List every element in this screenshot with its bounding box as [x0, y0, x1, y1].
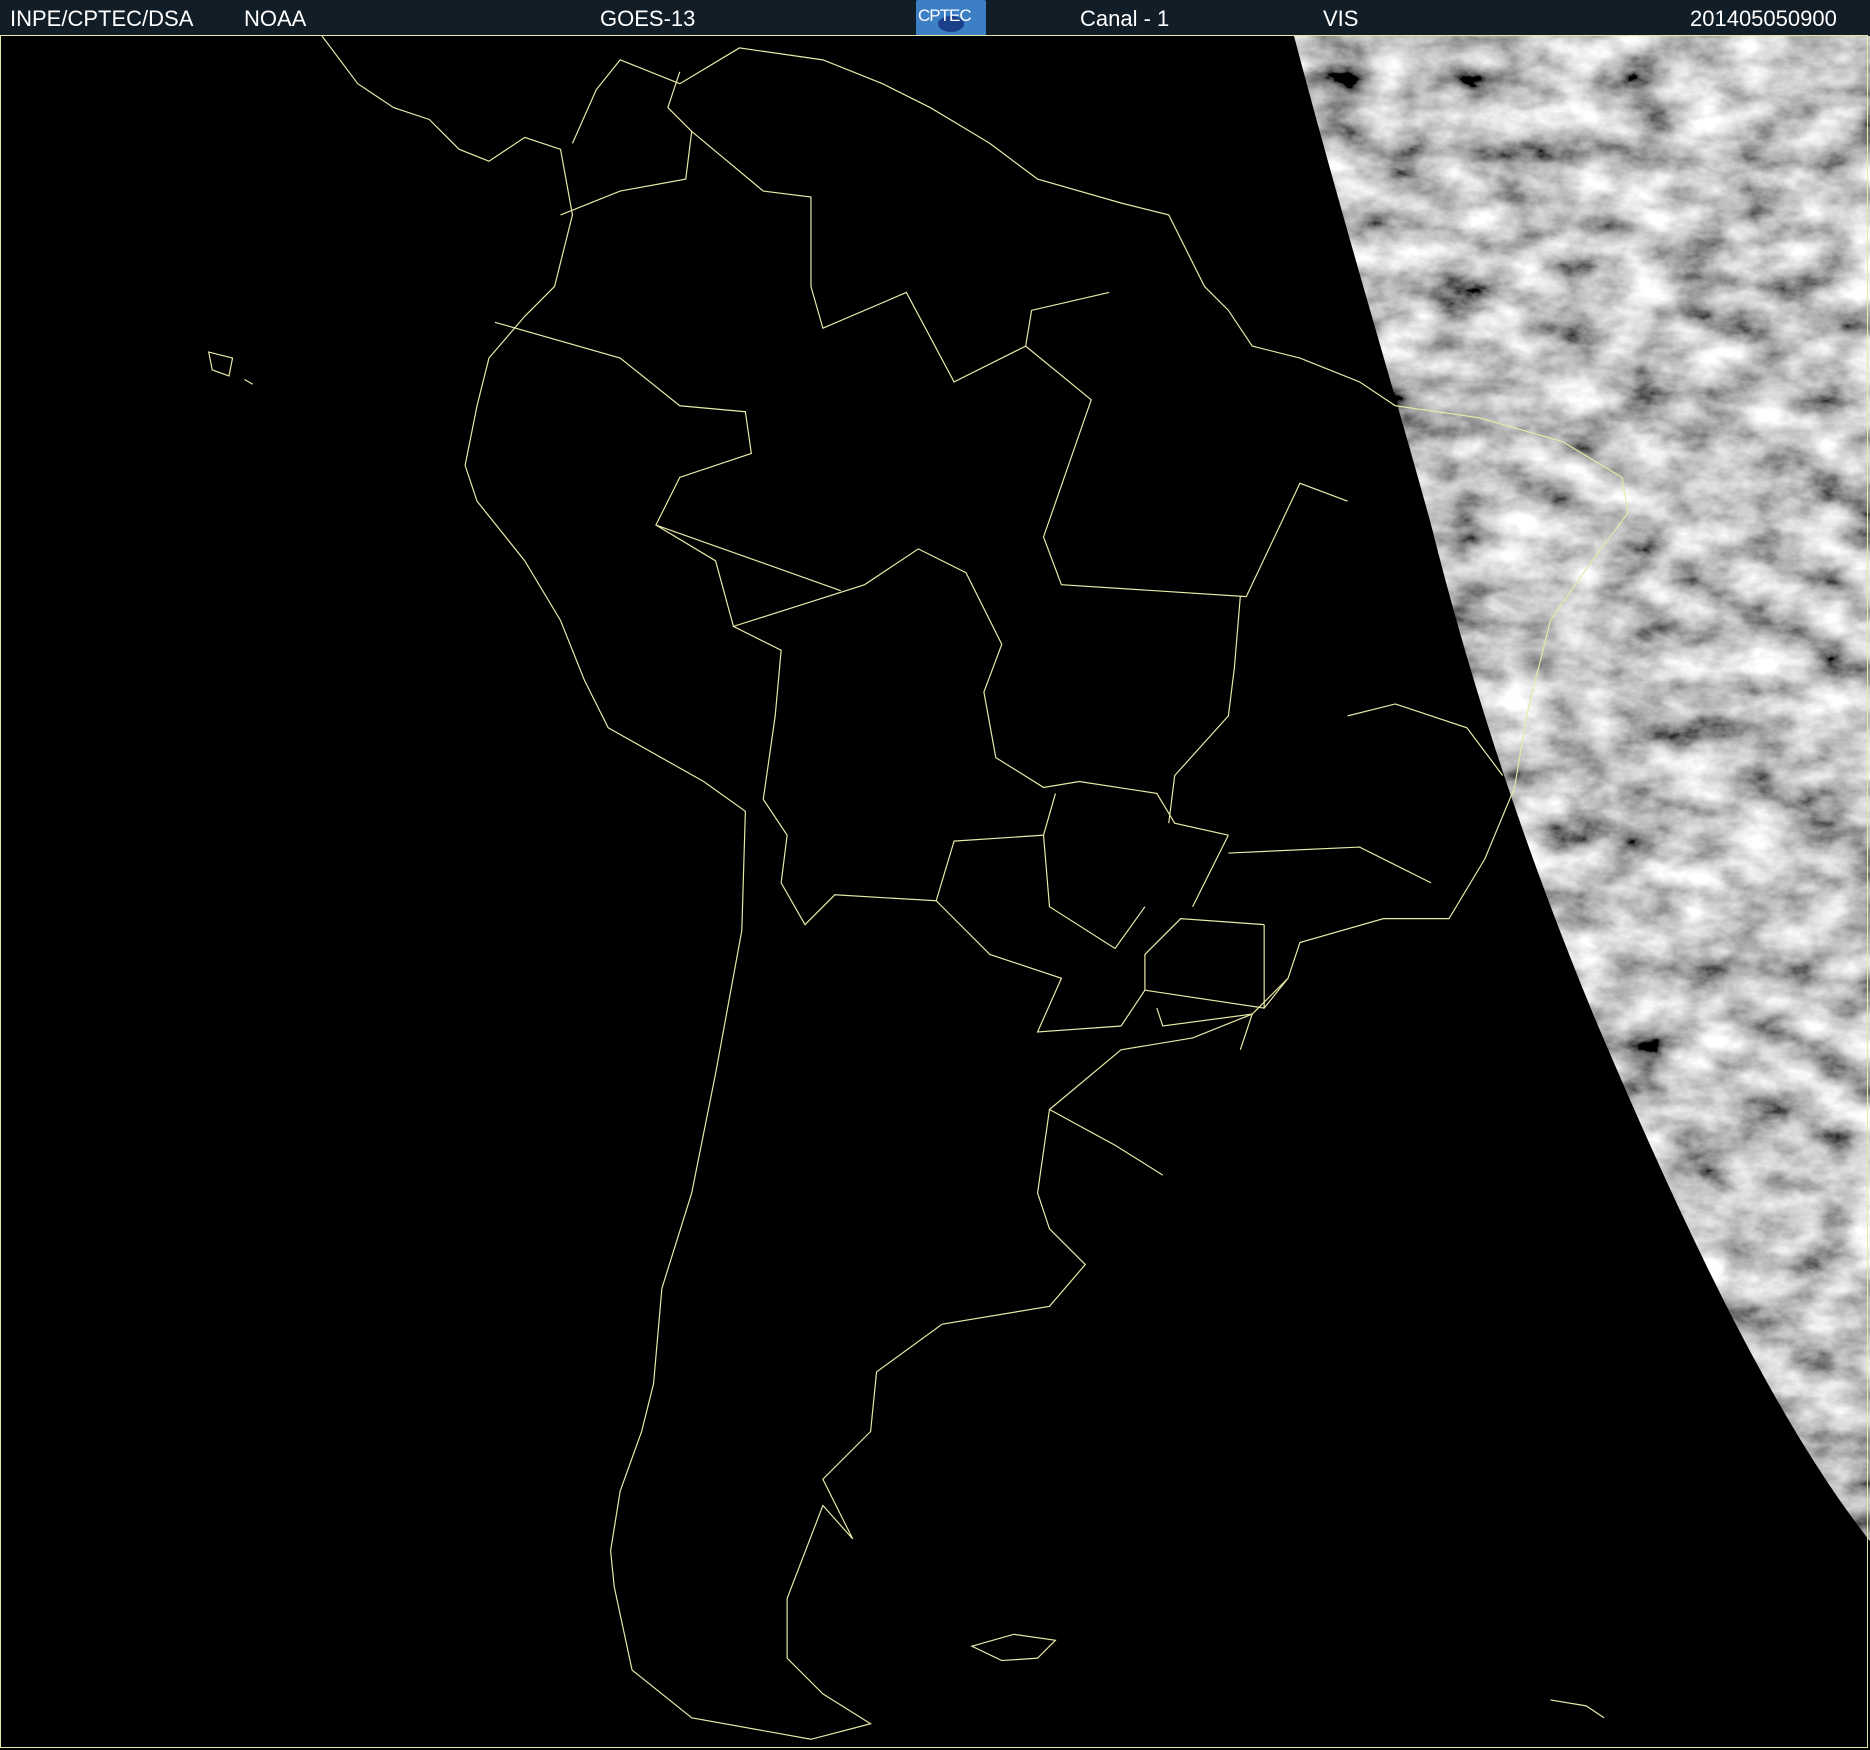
- satellite-image: [0, 36, 1870, 1750]
- image-header: INPE/CPTEC/DSA NOAA GOES-13 CPTEC Canal …: [0, 0, 1870, 36]
- agency-label: INPE/CPTEC/DSA: [10, 6, 194, 31]
- satellite-label: GOES-13: [600, 6, 696, 31]
- band-label: VIS: [1323, 6, 1359, 31]
- logo-text: CPTEC: [918, 6, 972, 25]
- source-label: NOAA: [244, 6, 307, 31]
- timestamp-label: 201405050900: [1690, 6, 1837, 31]
- channel-label: Canal - 1: [1080, 6, 1170, 31]
- cptec-logo: CPTEC: [916, 0, 986, 36]
